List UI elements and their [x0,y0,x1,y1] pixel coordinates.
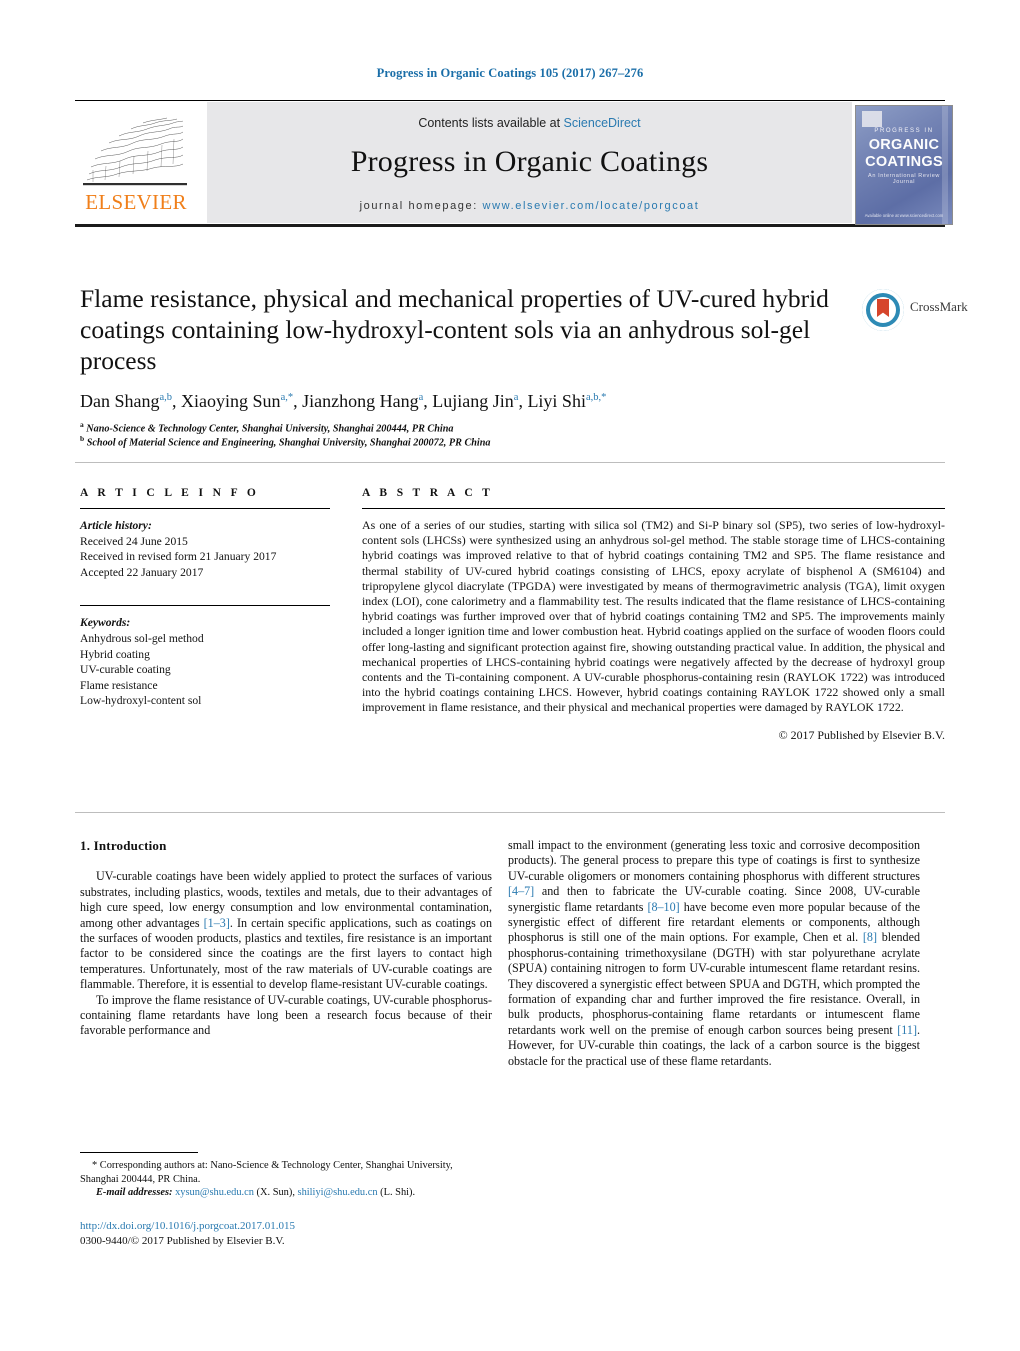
elsevier-tree-icon [79,110,191,188]
abstract-copyright: © 2017 Published by Elsevier B.V. [778,727,945,742]
keyword-item: Hybrid coating [80,647,150,661]
body-top-rule [75,812,945,813]
crossmark-flag-shape [877,299,889,317]
keyword-item: UV-curable coating [80,663,171,677]
body-column-left: 1. Introduction UV-curable coatings have… [80,838,492,1039]
contents-available-text: Contents lists available at [418,116,564,130]
info-abstract-top-rule [75,462,945,463]
citation-ref-11[interactable]: [11] [897,1023,917,1037]
keyword-item: Low-hydroxyl-content sol [80,694,202,708]
affiliation-b-text: School of Material Science and Engineeri… [86,437,491,449]
body-column-right: small impact to the environment (generat… [508,838,920,1069]
citation-ref-8-10[interactable]: [8–10] [647,900,679,914]
crossmark-label: CrossMark [910,299,968,314]
journal-title: Progress in Organic Coatings [350,145,709,178]
cover-title-line-2: COATINGS [865,154,943,170]
doi-block: http://dx.doi.org/10.1016/j.porgcoat.201… [80,1219,540,1248]
masthead-top-rule [75,100,945,101]
issn-copyright-line: 0300-9440/© 2017 Published by Elsevier B… [80,1234,285,1247]
cover-spine [942,106,948,224]
email-owner-2: (L. Shi). [380,1187,416,1199]
keywords-block: Keywords: Anhydrous sol-gel method Hybri… [80,615,330,709]
cover-publisher-mark [862,111,882,127]
affiliation-marker-b: b [80,434,85,443]
contents-available-line: Contents lists available at ScienceDirec… [207,116,852,130]
intro-paragraph-3: small impact to the environment (generat… [508,838,920,1069]
email-addresses-label: E-mail addresses: [96,1187,173,1199]
abstract-column: A B S T R A C T As one of a series of ou… [362,487,945,743]
cover-subtitle: An International Review Journal [868,173,940,185]
citation-ref-1-3[interactable]: [1–3] [204,916,230,930]
section-heading-introduction: 1. Introduction [80,838,167,853]
article-info-heading: A R T I C L E I N F O [80,487,260,499]
article-info-column: A R T I C L E I N F O Article history: R… [80,487,330,709]
crossmark-icon [862,289,904,331]
crossmark-badge[interactable]: CrossMark [862,287,968,337]
page-title: Flame resistance, physical and mechanica… [80,284,829,375]
keyword-item: Flame resistance [80,678,158,692]
cover-title-line-1: ORGANIC [868,137,940,153]
masthead-bottom-rule [75,224,945,227]
journal-masthead: Contents lists available at ScienceDirec… [75,100,945,227]
article-info-spacer [80,580,330,596]
intro-paragraph-2: To improve the flame resistance of UV-cu… [80,992,492,1038]
intro-p3-part-a: small impact to the environment (generat… [508,838,920,883]
affiliation-b: b School of Material Science and Enginee… [80,432,840,450]
cover-band-text: PROGRESS IN [874,128,934,134]
citation-ref-8[interactable]: [8] [863,930,877,944]
article-history-label: Article history: [80,519,152,532]
keyword-item: Anhydrous sol-gel method [80,631,204,645]
journal-homepage-line: journal homepage: www.elsevier.com/locat… [207,200,852,212]
journal-article-page: Progress in Organic Coatings 105 (2017) … [0,0,1020,1351]
affiliation-marker-a: a [80,420,84,429]
abstract-text: As one of a series of our studies, start… [362,518,945,715]
crossmark-icon-inner [870,297,896,323]
abstract-heading: A B S T R A C T [362,487,494,499]
keywords-rule [80,605,330,607]
elsevier-wordmark: ELSEVIER [85,190,187,214]
article-history-block: Article history: Received 24 June 2015 R… [80,518,330,580]
journal-cover-thumbnail: PROGRESS IN ORGANIC COATINGS An Internat… [855,105,953,225]
sciencedirect-link[interactable]: ScienceDirect [564,116,641,130]
elsevier-logo: ELSEVIER [75,108,197,220]
running-head: Progress in Organic Coatings 105 (2017) … [376,66,644,80]
corresponding-author-note: * Corresponding authors at: Nano-Science… [80,1160,453,1185]
article-history-item: Received in revised form 21 January 2017 [80,550,277,564]
footnote-block: * Corresponding authors at: Nano-Science… [80,1152,492,1200]
article-info-rule [80,508,330,509]
author-list: Dan Shanga,b, Xiaoying Suna,*, Jianzhong… [80,391,607,411]
article-history-item: Received 24 June 2015 [80,534,188,548]
doi-link[interactable]: http://dx.doi.org/10.1016/j.porgcoat.201… [80,1219,540,1234]
abstract-rule [362,508,945,509]
email-link-1[interactable]: xysun@shu.edu.cn [175,1187,254,1198]
article-history-item: Accepted 22 January 2017 [80,565,204,579]
journal-homepage-label: journal homepage: [359,200,483,212]
cover-footer-text: Available online at www.sciencedirect.co… [864,213,944,218]
journal-homepage-link[interactable]: www.elsevier.com/locate/porgcoat [483,200,700,212]
citation-ref-4-7[interactable]: [4–7] [508,884,534,898]
email-addresses-line: E-mail addresses: xysun@shu.edu.cn (X. S… [80,1186,492,1200]
email-link-2[interactable]: shiliyi@shu.edu.cn [298,1187,378,1198]
email-owner-1: (X. Sun), [256,1187,295,1199]
intro-p3-part-d: blended phosphorus-containing trimethoxy… [508,930,920,1037]
intro-paragraph-1: UV-curable coatings have been widely app… [80,869,492,992]
footnote-rule [80,1152,198,1153]
keywords-label: Keywords: [80,616,131,630]
